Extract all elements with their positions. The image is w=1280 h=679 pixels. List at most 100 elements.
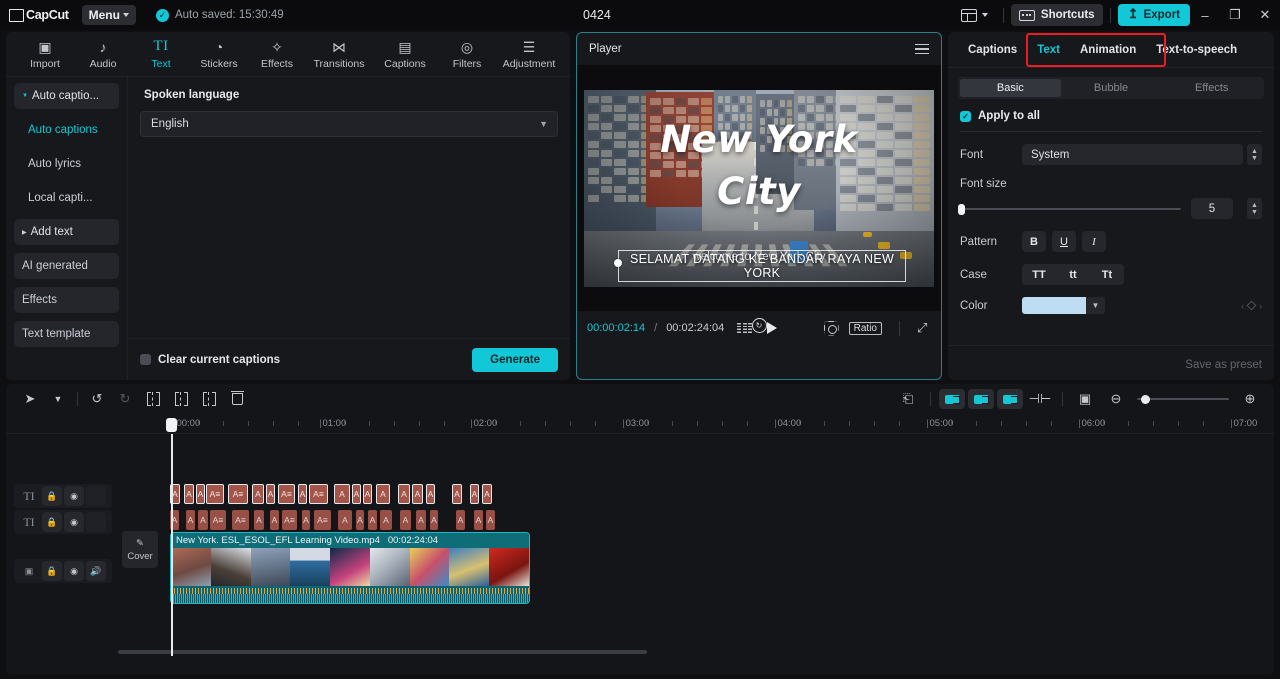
text-clip[interactable]: A≡ — [309, 484, 328, 504]
text-clip[interactable]: A≡ — [232, 510, 249, 530]
text-clip[interactable]: A — [398, 484, 410, 504]
speed-icon[interactable] — [997, 389, 1023, 409]
text-track-row-1[interactable]: A A A A≡ A≡ A A A≡ A A≡ A A A A A A A A A A — [170, 484, 1274, 504]
tab-captions[interactable]: Captions — [958, 32, 1027, 68]
text-clip[interactable]: A — [356, 510, 364, 530]
subtab-effects[interactable]: Effects — [1161, 79, 1262, 97]
tab-text[interactable]: Text — [1027, 32, 1070, 68]
zoom-in-icon[interactable]: ⊕ — [1236, 385, 1264, 413]
save-as-preset-button[interactable]: Save as preset — [1185, 359, 1262, 371]
color-swatch[interactable] — [1022, 297, 1086, 314]
keyframe-diamond-icon[interactable] — [1246, 300, 1257, 311]
text-clip[interactable]: A — [456, 510, 465, 530]
text-clip[interactable]: A — [184, 484, 194, 504]
text-clip[interactable]: A — [338, 510, 352, 530]
tool-tab-import[interactable]: ▣ Import — [16, 32, 74, 77]
shortcuts-button[interactable]: Shortcuts — [1010, 4, 1103, 26]
text-clip[interactable]: A — [486, 510, 495, 530]
text-clip[interactable]: A — [298, 484, 307, 504]
text-clip[interactable]: A≡ — [210, 510, 226, 530]
subtab-basic[interactable]: Basic — [960, 79, 1061, 97]
lowercase-button[interactable]: tt — [1056, 264, 1090, 285]
redo-icon[interactable]: ↻ — [111, 385, 139, 413]
nav-item-ai-generated[interactable]: AI generated — [14, 253, 119, 279]
tool-tab-stickers[interactable]: ◔ Stickers — [190, 32, 248, 77]
font-size-value[interactable]: 5 — [1191, 198, 1233, 219]
text-clip[interactable]: A — [302, 510, 310, 530]
overlay-title-text[interactable]: New York City — [584, 114, 934, 219]
text-clip[interactable]: A — [400, 510, 411, 530]
subtab-bubble[interactable]: Bubble — [1061, 79, 1162, 97]
tab-animation[interactable]: Animation — [1070, 32, 1146, 68]
tab-text-to-speech[interactable]: Text-to-speech — [1146, 32, 1247, 68]
maximize-button[interactable]: ❐ — [1220, 0, 1250, 30]
font-select[interactable]: System — [1022, 144, 1243, 165]
tool-tab-audio[interactable]: ♪ Audio — [74, 32, 132, 77]
close-button[interactable]: ✕ — [1250, 0, 1280, 30]
fullscreen-icon[interactable]: ⤢ — [917, 321, 931, 335]
text-clip[interactable]: A — [368, 510, 377, 530]
text-clip[interactable]: A — [186, 510, 195, 530]
layout-button[interactable] — [953, 8, 996, 22]
play-icon[interactable] — [767, 322, 778, 334]
thumbnail-view-icon[interactable]: ▣ — [1071, 385, 1099, 413]
split-clip-icon[interactable]: ⊣⊢ — [1026, 385, 1054, 413]
text-clip[interactable]: A — [334, 484, 350, 504]
text-clip[interactable]: A — [252, 484, 264, 504]
ratio-button[interactable]: Ratio — [848, 321, 882, 335]
text-clip[interactable]: A — [482, 484, 492, 504]
mirror-icon[interactable] — [939, 389, 965, 409]
record-voiceover-icon[interactable]: ⎗ — [894, 385, 922, 413]
color-dropdown-icon[interactable]: ▼ — [1086, 297, 1105, 314]
text-clip[interactable]: A — [254, 510, 264, 530]
titlecase-button[interactable]: Tt — [1090, 264, 1124, 285]
font-stepper[interactable]: ▲ ▼ — [1247, 144, 1262, 165]
text-clip[interactable]: A — [380, 510, 392, 530]
font-size-stepper[interactable]: ▲ ▼ — [1247, 198, 1262, 219]
focus-icon[interactable] — [824, 321, 839, 336]
font-size-slider[interactable] — [958, 203, 1181, 215]
tool-tab-filters[interactable]: ◎ Filters — [438, 32, 496, 77]
tool-tab-adjustment[interactable]: ☰ Adjustment — [496, 32, 562, 77]
crop-icon[interactable] — [968, 389, 994, 409]
trim-right-icon[interactable] — [195, 385, 223, 413]
text-clip[interactable]: A≡ — [282, 510, 297, 530]
playhead-knob[interactable] — [166, 418, 177, 432]
nav-item-add-text[interactable]: ▶ Add text — [14, 219, 119, 245]
text-clip[interactable]: A — [198, 510, 208, 530]
tool-tab-transitions[interactable]: ⋈ Transitions — [306, 32, 372, 77]
text-clip[interactable]: A — [474, 510, 483, 530]
text-clip[interactable]: A — [196, 484, 205, 504]
tool-tab-captions[interactable]: ▤ Captions — [372, 32, 438, 77]
timeline-scrollbar[interactable] — [118, 650, 1268, 654]
zoom-slider-knob[interactable] — [1141, 394, 1150, 404]
italic-button[interactable]: I — [1082, 231, 1106, 252]
select-tool-icon[interactable]: ➤ — [16, 385, 44, 413]
delete-icon[interactable] — [223, 385, 251, 413]
text-clip[interactable]: A — [266, 484, 275, 504]
text-clip[interactable]: A — [270, 510, 279, 530]
video-clip[interactable]: New York. ESL_ESOL_EFL Learning Video.mp… — [170, 532, 530, 604]
cover-button[interactable]: ✎ Cover — [122, 531, 158, 568]
text-clip[interactable]: A — [470, 484, 479, 504]
timeline-ruler[interactable]: |00:00 |01:00 |02:00 |03:00 |04:00 |05:0… — [6, 414, 1274, 434]
nav-item-auto-captions[interactable]: Auto captions — [14, 117, 119, 143]
player-menu-icon[interactable] — [915, 43, 929, 55]
tool-tab-text[interactable]: TI Text — [132, 32, 190, 77]
minimize-button[interactable]: – — [1190, 0, 1220, 30]
text-clip[interactable]: A — [430, 510, 438, 530]
uppercase-button[interactable]: TT — [1022, 264, 1056, 285]
apply-to-all-checkbox[interactable]: ✓ Apply to all — [960, 110, 1262, 122]
eye-icon[interactable]: ◉ — [64, 512, 84, 532]
lock-icon[interactable]: 🔒 — [42, 486, 62, 506]
select-tool-dropdown-icon[interactable]: ▼ — [44, 385, 72, 413]
text-clip[interactable]: A≡ — [206, 484, 224, 504]
spoken-language-select[interactable]: English ▼ — [140, 111, 558, 137]
text-clip[interactable]: A — [352, 484, 361, 504]
playhead[interactable] — [166, 418, 177, 656]
selection-handle[interactable] — [614, 258, 622, 267]
underline-button[interactable]: U — [1052, 231, 1076, 252]
menu-button[interactable]: Menu — [81, 5, 136, 25]
eye-icon[interactable]: ◉ — [64, 486, 84, 506]
text-clip[interactable]: A — [363, 484, 372, 504]
